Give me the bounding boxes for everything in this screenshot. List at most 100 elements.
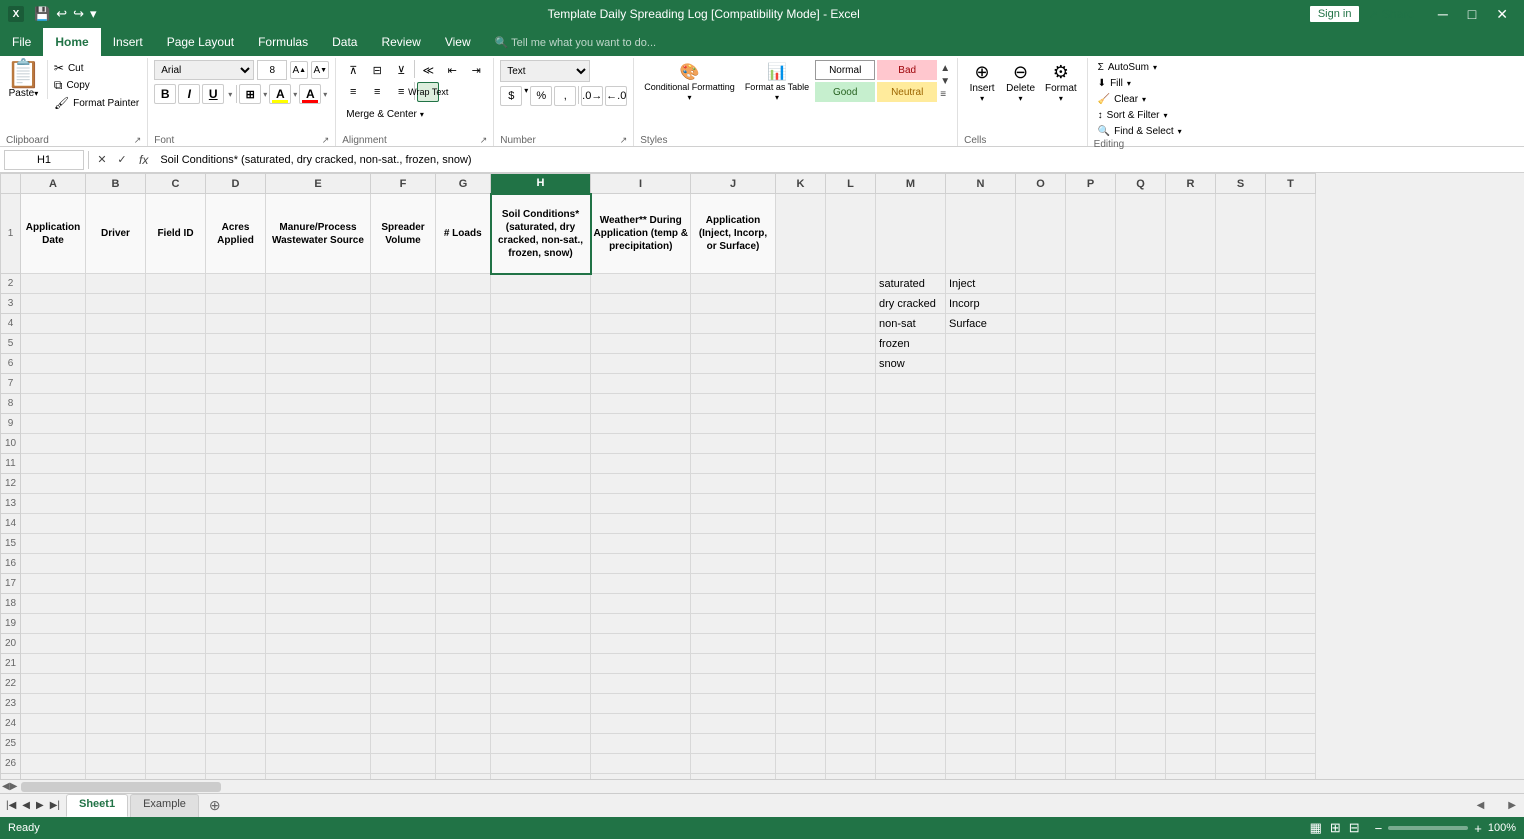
cell-I2[interactable]: [591, 274, 691, 294]
cell-K6[interactable]: [776, 354, 826, 374]
cell-E4[interactable]: [266, 314, 371, 334]
cell-E6[interactable]: [266, 354, 371, 374]
underline-arrow[interactable]: ▾: [228, 90, 232, 99]
cell-G4[interactable]: [436, 314, 491, 334]
cell-I3[interactable]: [591, 294, 691, 314]
cell-O2[interactable]: [1016, 274, 1066, 294]
comma-style-button[interactable]: ,: [554, 86, 576, 106]
tab-tell-me[interactable]: 🔍 Tell me what you want to do...: [483, 28, 668, 56]
spreadsheet-wrapper[interactable]: A B C D E F G H I J K L M N O P Q: [0, 173, 1524, 779]
tab-insert[interactable]: Insert: [101, 28, 155, 56]
row-header-1[interactable]: 1: [1, 194, 21, 274]
cell-O1[interactable]: [1016, 194, 1066, 274]
autosum-button[interactable]: Σ AutoSum ▾: [1094, 60, 1161, 75]
cell-G6[interactable]: [436, 354, 491, 374]
delete-arrow[interactable]: ▾: [1019, 94, 1023, 103]
cell-A2[interactable]: [21, 274, 86, 294]
cell-G3[interactable]: [436, 294, 491, 314]
row-header-10[interactable]: 10: [1, 434, 21, 454]
find-select-button[interactable]: 🔍 Find & Select ▾: [1094, 124, 1186, 139]
format-arrow[interactable]: ▾: [1059, 94, 1063, 103]
cell-K3[interactable]: [776, 294, 826, 314]
cell-D5[interactable]: [206, 334, 266, 354]
cell-K5[interactable]: [776, 334, 826, 354]
sheet-tab-example[interactable]: Example: [130, 794, 199, 817]
cell-P6[interactable]: [1066, 354, 1116, 374]
merge-center-arrow[interactable]: ▾: [420, 110, 424, 119]
cell-reference-box[interactable]: [4, 150, 84, 170]
cell-R1[interactable]: [1166, 194, 1216, 274]
cut-button[interactable]: ✂ Cut: [52, 60, 141, 76]
tab-home[interactable]: Home: [43, 28, 100, 56]
cell-H3[interactable]: [491, 294, 591, 314]
cell-J3[interactable]: [691, 294, 776, 314]
col-header-C[interactable]: C: [146, 174, 206, 194]
cell-J5[interactable]: [691, 334, 776, 354]
sheet-tab-add-button[interactable]: ⊕: [201, 794, 229, 817]
cell-O5[interactable]: [1016, 334, 1066, 354]
font-size-increase-button[interactable]: A▲: [290, 61, 308, 79]
cell-S4[interactable]: [1216, 314, 1266, 334]
col-header-R[interactable]: R: [1166, 174, 1216, 194]
row-header-6[interactable]: 6: [1, 354, 21, 374]
accounting-arrow[interactable]: ▾: [524, 86, 528, 106]
cell-M1[interactable]: [876, 194, 946, 274]
sign-in-button[interactable]: Sign in: [1309, 5, 1361, 23]
row-header-8[interactable]: 8: [1, 394, 21, 414]
col-header-S[interactable]: S: [1216, 174, 1266, 194]
styles-more[interactable]: ≡: [939, 88, 951, 101]
row-header-2[interactable]: 2: [1, 274, 21, 294]
row-header-7[interactable]: 7: [1, 374, 21, 394]
col-header-P[interactable]: P: [1066, 174, 1116, 194]
neutral-style[interactable]: Neutral: [877, 82, 937, 102]
cell-L1[interactable]: [826, 194, 876, 274]
conditional-formatting-button[interactable]: 🎨 Conditional Formatting ▾: [640, 60, 739, 104]
cell-J6[interactable]: [691, 354, 776, 374]
cell-C3[interactable]: [146, 294, 206, 314]
cell-D3[interactable]: [206, 294, 266, 314]
cell-S5[interactable]: [1216, 334, 1266, 354]
cell-C5[interactable]: [146, 334, 206, 354]
indent-decrease-button[interactable]: ⇤: [441, 60, 463, 80]
sheet-tab-sheet1[interactable]: Sheet1: [66, 794, 128, 817]
close-button[interactable]: ✕: [1488, 4, 1516, 25]
cell-B4[interactable]: [86, 314, 146, 334]
cell-R4[interactable]: [1166, 314, 1216, 334]
bad-style[interactable]: Bad: [877, 60, 937, 80]
font-size-decrease-button[interactable]: A▼: [311, 61, 329, 79]
col-header-L[interactable]: L: [826, 174, 876, 194]
share-button[interactable]: ↗ Share: [1368, 7, 1413, 21]
row-header-11[interactable]: 11: [1, 454, 21, 474]
row-header-18[interactable]: 18: [1, 594, 21, 614]
cell-F1[interactable]: Spreader Volume: [371, 194, 436, 274]
page-break-view-button[interactable]: ⊟: [1346, 820, 1363, 836]
styles-scroll-down[interactable]: ▼: [939, 75, 951, 88]
cell-S2[interactable]: [1216, 274, 1266, 294]
cell-O4[interactable]: [1016, 314, 1066, 334]
cell-I5[interactable]: [591, 334, 691, 354]
clear-button[interactable]: 🧹 Clear ▾: [1094, 92, 1150, 107]
cell-F2[interactable]: [371, 274, 436, 294]
scroll-h-right[interactable]: ▶: [1508, 800, 1516, 811]
bold-button[interactable]: B: [154, 84, 176, 104]
tab-view[interactable]: View: [433, 28, 483, 56]
col-header-N[interactable]: N: [946, 174, 1016, 194]
indent-increase-button[interactable]: ⇥: [465, 60, 487, 80]
cell-M3[interactable]: dry cracked: [876, 294, 946, 314]
cell-P3[interactable]: [1066, 294, 1116, 314]
fill-color-arrow[interactable]: ▾: [293, 90, 297, 99]
normal-view-button[interactable]: ▦: [1307, 820, 1325, 836]
font-expand-icon[interactable]: ↗: [322, 135, 330, 146]
text-direction-button[interactable]: ≪: [417, 60, 439, 80]
cell-N5[interactable]: [946, 334, 1016, 354]
cell-A5[interactable]: [21, 334, 86, 354]
sheet-nav-first[interactable]: |◀: [4, 800, 18, 811]
col-header-B[interactable]: B: [86, 174, 146, 194]
cell-F6[interactable]: [371, 354, 436, 374]
row-header-12[interactable]: 12: [1, 474, 21, 494]
tab-formulas[interactable]: Formulas: [246, 28, 320, 56]
cell-R3[interactable]: [1166, 294, 1216, 314]
tab-review[interactable]: Review: [369, 28, 432, 56]
tab-data[interactable]: Data: [320, 28, 369, 56]
cell-O3[interactable]: [1016, 294, 1066, 314]
